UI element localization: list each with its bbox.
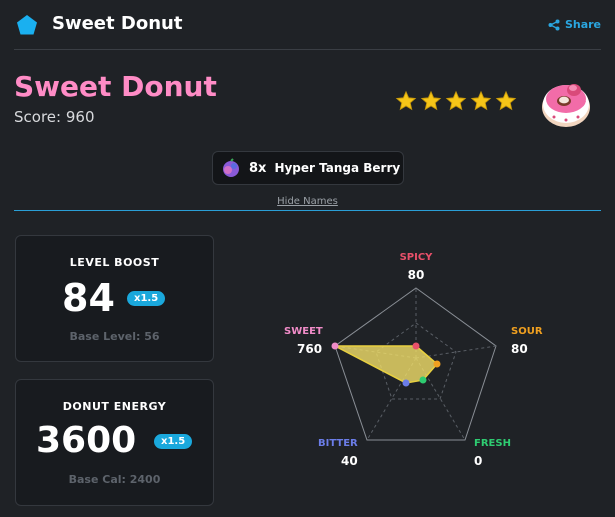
- star-icon: [495, 90, 517, 111]
- spicy-point: [412, 342, 420, 350]
- rating-stars: [395, 90, 517, 112]
- star-icon: [395, 90, 417, 111]
- section-divider: [14, 210, 601, 211]
- spicy-value: 80: [408, 268, 425, 282]
- donut-energy-card: DONUT ENERGY 3600 x1.5 Base Cal: 2400: [15, 379, 214, 506]
- sour-value: 80: [511, 342, 528, 356]
- level-boost-title: LEVEL BOOST: [69, 256, 160, 269]
- sweet-value: 760: [297, 342, 322, 356]
- app-title: Sweet Donut: [52, 13, 183, 34]
- page-title: Sweet Donut: [14, 70, 217, 103]
- share-button[interactable]: Share: [548, 18, 601, 31]
- ingredient-name: Hyper Tanga Berry: [274, 161, 401, 175]
- sweet-label: SWEET: [284, 326, 323, 337]
- star-icon: [470, 90, 492, 111]
- share-icon: [548, 19, 560, 30]
- fresh-label: FRESH: [474, 438, 511, 449]
- hide-names-link[interactable]: Hide Names: [0, 196, 615, 207]
- level-boost-value: 84: [62, 276, 115, 320]
- share-label: Share: [564, 18, 601, 31]
- score-value: 960: [65, 108, 95, 126]
- base-level-label: Base Level: 56: [69, 330, 160, 343]
- score-line: Score: 960: [14, 108, 95, 126]
- bitter-value: 40: [341, 454, 358, 468]
- bitter-point: [402, 379, 410, 387]
- level-multiplier-badge: x1.5: [127, 291, 166, 306]
- level-boost-card: LEVEL BOOST 84 x1.5 Base Level: 56: [15, 235, 214, 362]
- spicy-label: SPICY: [400, 252, 434, 263]
- donut-icon: [542, 84, 590, 127]
- sour-label: SOUR: [511, 326, 543, 337]
- donut-energy-title: DONUT ENERGY: [62, 400, 167, 413]
- fresh-point: [419, 376, 427, 384]
- base-cal-label: Base Cal: 2400: [68, 473, 161, 486]
- sweet-point: [331, 342, 339, 350]
- energy-multiplier-badge: x1.5: [154, 434, 193, 449]
- fresh-value: 0: [474, 454, 482, 468]
- berry-icon: [223, 158, 239, 177]
- pentagon-logo-icon: [17, 15, 37, 35]
- donut-energy-value: 3600: [36, 420, 137, 461]
- flavor-radar-chart: SPICY 80 SOUR 80 FRESH 0 BITTER 40 SWEET…: [284, 252, 543, 468]
- ingredient-chip[interactable]: 8x Hyper Tanga Berry: [212, 151, 404, 185]
- score-label: Score:: [14, 108, 62, 126]
- star-icon: [445, 90, 467, 111]
- ingredient-quantity: 8x: [249, 160, 267, 176]
- header-divider: [14, 49, 601, 50]
- top-bar: Sweet Donut Share: [0, 0, 615, 50]
- star-icon: [420, 90, 442, 111]
- sour-point: [433, 360, 441, 368]
- bitter-label: BITTER: [318, 438, 358, 449]
